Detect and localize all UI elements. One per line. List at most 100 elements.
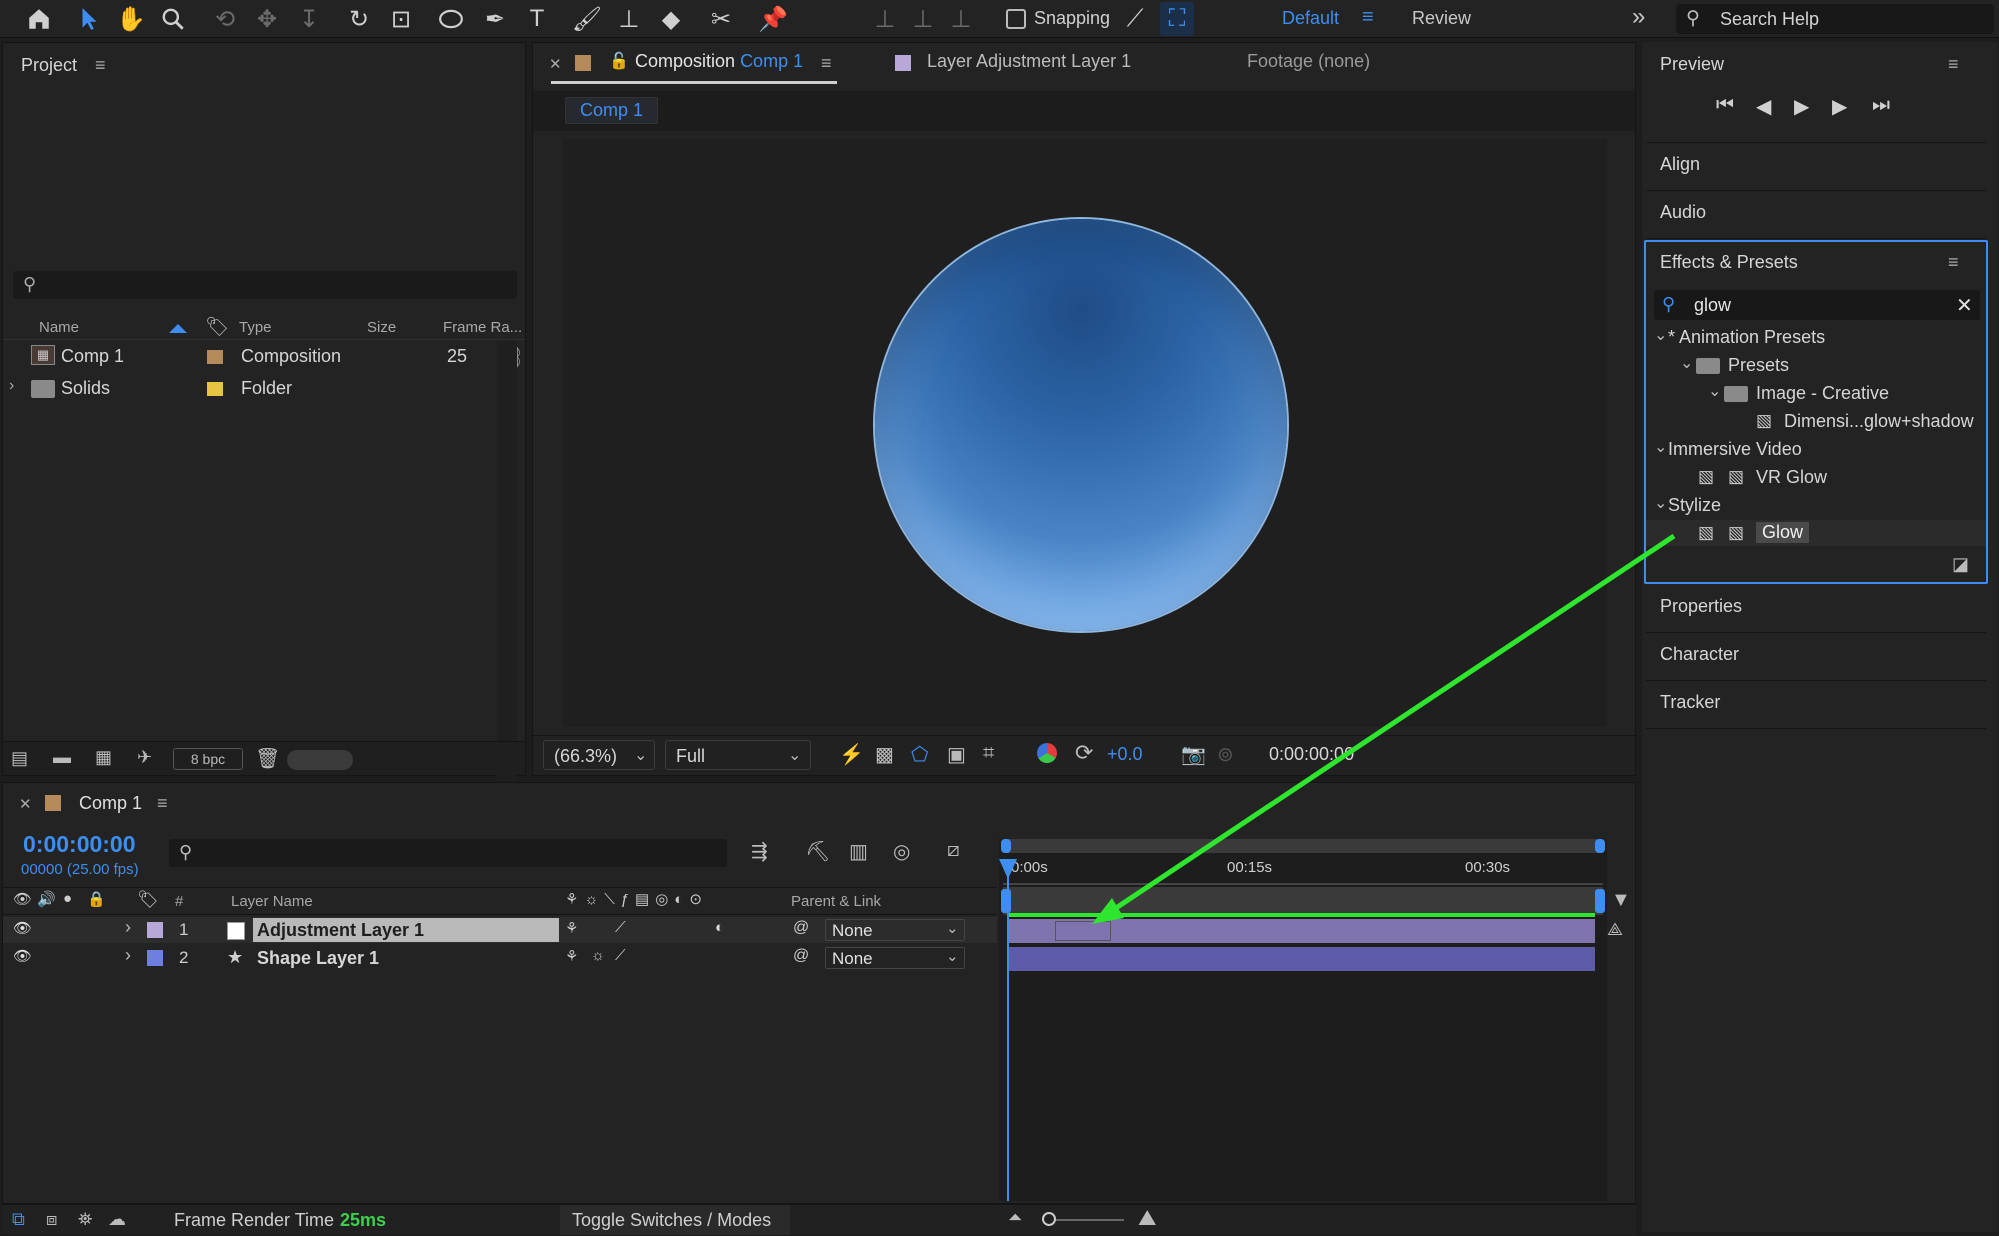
puppet-pin-icon[interactable]: 📌 [756, 2, 790, 36]
layer-row[interactable]: 👁 › 2 ★ Shape Layer 1 ⚘ ☼ ⟋ @ None ⌄ [3, 945, 997, 971]
collapse-switch-icon[interactable]: ☼ [591, 947, 605, 964]
tree-item[interactable]: ▧ Dimensi...glow+shadow [1646, 408, 1986, 434]
lock-icon[interactable]: 🔓 [609, 51, 629, 71]
motion-blur-icon[interactable]: ◎ [893, 839, 910, 864]
tab-composition[interactable]: Composition Comp 1 [635, 51, 803, 72]
time-graph[interactable]: 0:00s 00:15s 00:30s [999, 839, 1607, 1201]
adjustment-switch-icon[interactable]: ◐ [715, 919, 724, 936]
graph-editor-icon[interactable]: ⧄ [947, 839, 960, 862]
channels-icon[interactable] [1037, 743, 1057, 763]
column-name[interactable]: Name [39, 319, 79, 336]
eye-icon[interactable]: 👁 [13, 919, 32, 937]
timeline-zoom-slider[interactable] [1042, 1212, 1124, 1226]
tree-item[interactable]: ⌄ * Animation Presets [1646, 324, 1986, 350]
eraser-icon[interactable]: ◆ [654, 2, 688, 36]
composition-canvas[interactable] [563, 139, 1607, 727]
column-frame-rate[interactable]: Frame Ra... [443, 319, 522, 336]
timeline-menu-icon[interactable]: ≡ [157, 793, 168, 814]
tree-item-selected[interactable]: ▧ ▧ Glow [1646, 520, 1986, 546]
modes-pane-icon[interactable]: ⧈ [46, 1209, 57, 1230]
shy-switch-icon[interactable]: ⚘ [565, 947, 578, 965]
breadcrumb[interactable]: Comp 1 [565, 97, 659, 124]
audio-panel-title[interactable]: Audio [1660, 202, 1706, 223]
thumbnail-slider[interactable] [287, 750, 353, 770]
zoom-icon[interactable] [156, 2, 190, 36]
comp-button-icon[interactable]: ⟁ [1607, 919, 1623, 940]
tree-item[interactable]: ▧ ▧ VR Glow [1646, 464, 1986, 490]
interpret-footage-icon[interactable]: ▤ [11, 748, 28, 769]
effects-search-input[interactable]: ⚲ glow ✕ [1654, 290, 1980, 320]
tree-item[interactable]: ⌄ Immersive Video [1646, 436, 1986, 462]
playhead-icon[interactable] [999, 859, 1017, 879]
clone-stamp-icon[interactable]: ⊥ [612, 2, 646, 36]
quality-switch-icon[interactable]: ⟋ [615, 919, 626, 936]
character-panel-title[interactable]: Character [1660, 644, 1739, 665]
new-preset-icon[interactable]: ◪ [1952, 554, 1969, 575]
eye-icon[interactable]: 👁 [13, 947, 32, 965]
effects-presets-title[interactable]: Effects & Presets [1660, 252, 1798, 273]
resolution-dropdown[interactable]: Full ⌄ [665, 740, 811, 770]
label-column-icon[interactable]: 🏷 [205, 315, 229, 339]
effects-menu-icon[interactable]: ≡ [1948, 252, 1959, 273]
toggle-switches-modes-button[interactable]: Toggle Switches / Modes [560, 1205, 790, 1235]
transparency-grid-icon[interactable]: ▩ [875, 742, 894, 767]
tree-item[interactable]: ⌄ Presets [1646, 352, 1986, 378]
snapping-checkbox[interactable] [1006, 9, 1026, 29]
viewer-menu-icon[interactable]: ≡ [821, 53, 832, 74]
sort-ascending-icon[interactable] [169, 324, 187, 333]
reset-exposure-icon[interactable]: ⟳ [1075, 740, 1093, 766]
snap-edges-icon[interactable]: ⟋ [1118, 2, 1152, 36]
next-frame-icon[interactable]: ▶ [1832, 94, 1847, 119]
layer-label-swatch[interactable] [147, 922, 163, 938]
rotate-icon[interactable]: ↻ [342, 2, 376, 36]
tab-layer[interactable]: Layer Adjustment Layer 1 [927, 51, 1131, 72]
brush-icon[interactable]: 🖌 [570, 2, 604, 36]
layer-duration-bar[interactable] [1009, 919, 1595, 943]
grid-guides-icon[interactable]: ⌗ [983, 742, 994, 765]
zoom-slider-thumb[interactable] [1042, 1212, 1056, 1226]
play-icon[interactable]: ▶ [1794, 94, 1809, 119]
pan-behind-icon[interactable]: ✥ [250, 2, 284, 36]
pick-whip-icon[interactable]: @ [793, 919, 809, 937]
chevron-right-icon[interactable]: › [125, 945, 131, 966]
expand-workspaces-icon[interactable]: » [1632, 3, 1645, 31]
list-item[interactable]: › Solids Folder [3, 373, 497, 403]
solo-switch-icon[interactable]: ● [63, 890, 72, 907]
show-snapshot-icon[interactable]: ⊚ [1217, 742, 1234, 767]
layer-row[interactable]: 👁 › 1 Adjustment Layer 1 ⚘ ⟋ ◐ @ None ⌄ [3, 917, 997, 943]
dolly-icon[interactable]: ↧ [292, 2, 326, 36]
previous-frame-icon[interactable]: ◀ [1756, 94, 1771, 119]
frame-blending-icon[interactable]: ▥ [849, 839, 868, 864]
label-column-icon[interactable]: 🏷 [137, 890, 159, 910]
list-item[interactable]: ▦ Comp 1 Composition 25 [3, 341, 497, 371]
comp-marker-bin-icon[interactable]: ▼ [1611, 889, 1631, 912]
project-scrollbar[interactable] [497, 341, 517, 781]
trash-icon[interactable]: 🗑 [255, 746, 280, 771]
tree-item[interactable]: ⌄ Image - Creative [1646, 380, 1986, 406]
zoom-in-mountain-icon[interactable]: ⛰ [1138, 1205, 1156, 1231]
work-area-start-handle[interactable] [1001, 889, 1011, 913]
hand-icon[interactable]: ✋ [114, 2, 148, 36]
tree-item[interactable]: ⌄ Stylize [1646, 492, 1986, 518]
align-panel-title[interactable]: Align [1660, 154, 1700, 175]
label-swatch[interactable] [207, 382, 223, 396]
roto-brush-icon[interactable]: ✂ [704, 2, 738, 36]
orbit-icon[interactable]: ⟲ [208, 2, 242, 36]
viewer-timecode[interactable]: 0:00:00:00 [1269, 744, 1354, 765]
composition-mini-flowchart-icon[interactable]: ⇶ [751, 839, 768, 864]
close-tab-icon[interactable]: ✕ [549, 55, 562, 73]
project-menu-icon[interactable]: ≡ [95, 55, 106, 76]
type-icon[interactable]: T [520, 2, 554, 36]
layer-name-field[interactable]: Adjustment Layer 1 [253, 918, 559, 942]
render-time-pane-icon[interactable]: ☁ [108, 1209, 126, 1230]
properties-panel-title[interactable]: Properties [1660, 596, 1742, 617]
exposure-value[interactable]: +0.0 [1107, 744, 1143, 765]
snapshot-icon[interactable]: 📷 [1181, 742, 1206, 767]
quality-switch-icon[interactable]: ⟋ [615, 947, 626, 964]
home-icon[interactable] [22, 2, 56, 36]
workspace-menu-icon[interactable]: ≡ [1362, 6, 1374, 29]
ellipse-icon[interactable] [434, 2, 468, 36]
zoom-dropdown[interactable]: (66.3%) ⌄ [543, 740, 655, 770]
layer-switches-pane-icon[interactable]: ⧉ [12, 1209, 25, 1230]
mask-visibility-icon[interactable]: ⬠ [911, 742, 928, 767]
